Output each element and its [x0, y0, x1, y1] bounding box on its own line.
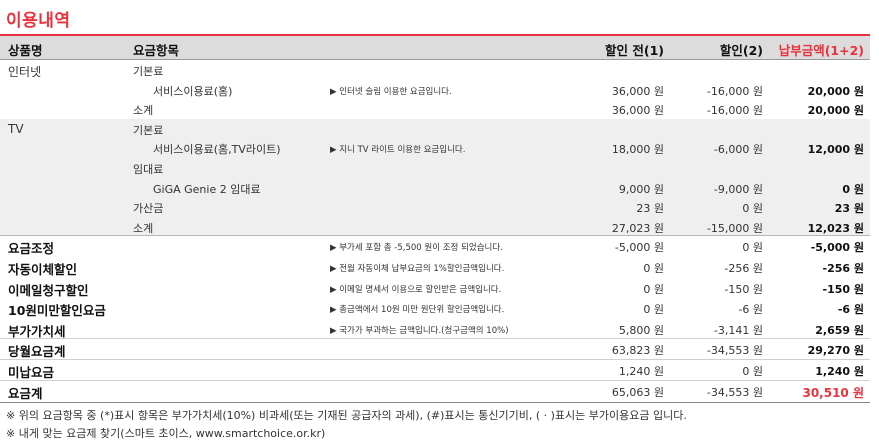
amount-discount: -16,000 원 [706, 104, 763, 118]
summary-pay: 30,510 원 [802, 385, 864, 400]
fee-item: 임대료 [133, 163, 164, 176]
footnote-1: ※ 위의 요금항목 중 (*)표시 항목은 부가가치세(10%) 비과세(또는 … [6, 409, 687, 422]
summary-discount: -34,553 원 [706, 385, 763, 399]
fee-description: ▶ 인터넷 슬림 이용한 요금입니다. [330, 86, 452, 97]
header-item: 요금항목 [133, 43, 180, 58]
summary-row: 이메일청구할인 ▶ 이메일 명세서 이용으로 할인받은 금액입니다. 0 원 -150… [0, 278, 870, 299]
page-title: 이용내역 [6, 11, 71, 31]
product-row: TV 기본료 [0, 119, 870, 139]
summary-label: 요금계 [8, 385, 43, 401]
summary-discount: 0 원 [742, 241, 763, 255]
summary-before: 0 원 [643, 262, 664, 275]
summary-label: 자동이체할인 [8, 262, 78, 277]
product-row: 가산금 23 원 0 원 23 원 [0, 197, 870, 217]
summary-pay: 2,659 원 [815, 323, 864, 337]
header-before: 할인 전(1) [605, 43, 664, 58]
amount-pay: 23 원 [834, 202, 864, 216]
summary-pay: -256 원 [822, 262, 864, 275]
fee-item: 소계 [133, 221, 154, 235]
fee-item: 소계 [133, 104, 154, 118]
summary-pay: -6 원 [837, 303, 864, 317]
summary-label: 미납요금 [8, 365, 55, 380]
header-pay: 납부금액(1+2) [778, 43, 864, 58]
summary-before: 1,240 원 [618, 365, 664, 378]
summary-row: 당월요금계 63,823 원 -34,553 원 29,270 원 [0, 339, 870, 360]
product-name: 인터넷 [8, 65, 42, 79]
amount-pay: 20,000 원 [807, 104, 864, 118]
fee-item: 가산금 [133, 202, 164, 216]
summary-before: 0 원 [643, 303, 664, 317]
fee-description: ▶ 지니 TV 라이트 이용한 요금입니다. [330, 145, 466, 156]
fee-item: 기본료 [133, 65, 164, 78]
summary-discount: -6 원 [738, 303, 763, 317]
product-row: GiGA Genie 2 임대료 9,000 원 -9,000 원 0 원 [0, 178, 870, 198]
amount-pay: 12,000 원 [807, 143, 864, 157]
summary-before: 65,063 원 [611, 385, 664, 399]
summary-row: 부가가치세 ▶ 국가가 부과하는 금액입니다.(청구금액의 10%) 5,800 원… [0, 319, 870, 340]
summary-label: 부가가치세 [8, 323, 66, 339]
summary-description: ▶ 국가가 부과하는 금액입니다.(청구금액의 10%) [330, 325, 509, 336]
summary-row: 10원미만할인요금 ▶ 총금액에서 10원 미만 원단위 할인금액입니다. 0 원 -… [0, 298, 870, 319]
fee-item: 기본료 [133, 123, 164, 137]
summary-row: 미납요금 1,240 원 0 원 1,240 원 [0, 360, 870, 381]
summary-discount: -256 원 [724, 262, 763, 275]
summary-before: 0 원 [643, 282, 664, 296]
summary-discount: -34,553 원 [706, 344, 763, 358]
summary-pay: 29,270 원 [807, 344, 864, 358]
amount-discount: -9,000 원 [713, 182, 763, 196]
amount-pay: 12,023 원 [807, 221, 864, 235]
product-name: TV [8, 121, 24, 136]
table-bottom-rule [0, 402, 870, 404]
amount-before: 27,023 원 [611, 221, 664, 235]
product-row: 서비스이용료(홈) ▶ 인터넷 슬림 이용한 요금입니다. 36,000 원 -16,… [0, 80, 870, 100]
summary-discount: 0 원 [742, 365, 763, 378]
fee-subitem: 서비스이용료(홈,TV라이트) [153, 143, 281, 157]
summary-description: ▶ 총금액에서 10원 미만 원단위 할인금액입니다. [330, 305, 505, 316]
summary-discount: -150 원 [724, 282, 763, 296]
amount-pay: 0 원 [842, 182, 864, 196]
product-row: 임대료 [0, 158, 870, 178]
amount-discount: 0 원 [742, 202, 763, 216]
amount-discount: -15,000 원 [706, 221, 763, 235]
summary-pay: -150 원 [822, 282, 864, 296]
summary-description: ▶ 이메일 명세서 이용으로 할인받은 금액입니다. [330, 284, 502, 295]
footnote-2: ※ 내게 맞는 요금제 찾기(스마트 초이스, www.smartchoice.… [6, 427, 326, 440]
amount-discount: -16,000 원 [706, 84, 763, 98]
summary-pay: -5,000 원 [810, 241, 864, 255]
amount-before: 9,000 원 [618, 182, 664, 196]
fee-subitem: 서비스이용료(홈) [153, 84, 233, 98]
product-row: 소계 27,023 원 -15,000 원 12,023 원 [0, 217, 870, 237]
summary-before: -5,000 원 [614, 241, 664, 255]
summary-row: 자동이체할인 ▶ 전월 자동이체 납부요금의 1%할인금액입니다. 0 원 -256 … [0, 257, 870, 278]
header-product: 상품명 [8, 43, 43, 58]
summary-label: 요금조정 [8, 241, 55, 257]
summary-before: 63,823 원 [611, 344, 664, 358]
summary-pay: 1,240 원 [815, 365, 864, 378]
amount-before: 36,000 원 [611, 84, 664, 98]
summary-label: 이메일청구할인 [8, 282, 89, 298]
product-row: 서비스이용료(홈,TV라이트) ▶ 지니 TV 라이트 이용한 요금입니다. 18,… [0, 138, 870, 158]
summary-description: ▶ 부가세 포함 총 -5,500 원이 조정 되었습니다. [330, 243, 503, 254]
summary-row: 요금조정 ▶ 부가세 포함 총 -5,500 원이 조정 되었습니다. -5,000… [0, 236, 870, 257]
summary-label: 10원미만할인요금 [8, 303, 106, 319]
amount-pay: 20,000 원 [807, 84, 864, 98]
product-row: 인터넷 기본료 [0, 60, 870, 80]
table-header: 상품명 요금항목 할인 전(1) 할인(2) 납부금액(1+2) [0, 36, 870, 60]
header-discount: 할인(2) [719, 43, 763, 58]
product-row: 소계 36,000 원 -16,000 원 20,000 원 [0, 99, 870, 119]
amount-discount: -6,000 원 [713, 143, 763, 157]
fee-subitem: GiGA Genie 2 임대료 [153, 182, 261, 196]
summary-before: 5,800 원 [618, 323, 664, 337]
summary-discount: -3,141 원 [713, 323, 763, 337]
summary-description: ▶ 전월 자동이체 납부요금의 1%할인금액입니다. [330, 264, 505, 274]
amount-before: 23 원 [636, 202, 664, 216]
summary-label: 당월요금계 [8, 344, 66, 360]
amount-before: 18,000 원 [611, 143, 664, 157]
amount-before: 36,000 원 [611, 104, 664, 118]
summary-row: 요금계 65,063 원 -34,553 원 30,510 원 [0, 381, 870, 402]
